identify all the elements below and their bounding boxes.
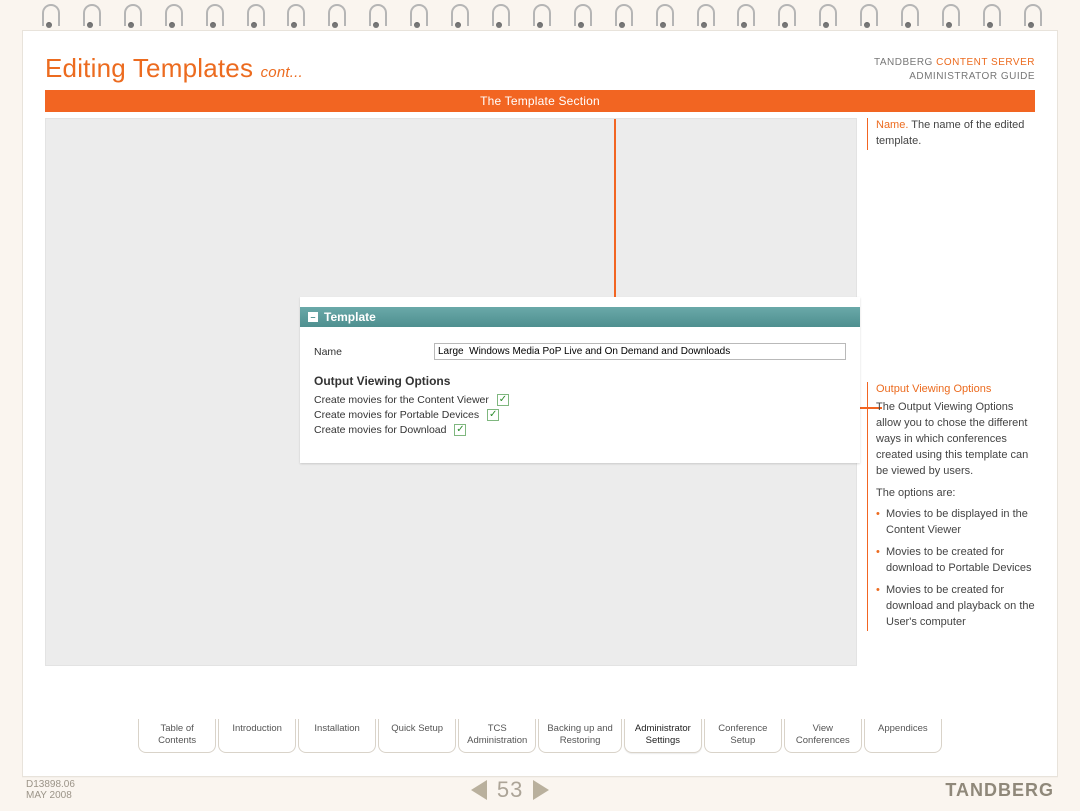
illustration-canvas: – Template Name Output Viewing Options C… bbox=[45, 118, 857, 666]
annotation-name-head: Name. bbox=[876, 119, 908, 131]
doc-brand-b: CONTENT SERVER bbox=[936, 57, 1035, 68]
name-label: Name bbox=[314, 346, 434, 358]
page-number: 53 bbox=[497, 777, 523, 803]
collapse-icon: – bbox=[308, 312, 318, 322]
annotation-ovo-item: Movies to be displayed in the Content Vi… bbox=[876, 507, 1035, 539]
next-page-button[interactable] bbox=[533, 780, 549, 800]
tab-appendices[interactable]: Appendices bbox=[864, 719, 942, 753]
screenshot-subheading: Output Viewing Options bbox=[314, 374, 846, 388]
chapter-tabs: Table ofContents Introduction Installati… bbox=[22, 719, 1058, 753]
page-title-main: Editing Templates bbox=[45, 53, 253, 83]
document-identifier: TANDBERG CONTENT SERVER ADMINISTRATOR GU… bbox=[874, 56, 1035, 84]
template-name-input[interactable] bbox=[434, 343, 846, 360]
tab-quick-setup[interactable]: Quick Setup bbox=[378, 719, 456, 753]
pager: 53 bbox=[471, 777, 549, 803]
annotation-name: Name. The name of the edited template. bbox=[867, 118, 1035, 150]
prev-page-button[interactable] bbox=[471, 780, 487, 800]
tab-conference-setup[interactable]: ConferenceSetup bbox=[704, 719, 782, 753]
page-sheet: Editing Templates cont... TANDBERG CONTE… bbox=[22, 30, 1058, 777]
callout-line-name bbox=[614, 119, 616, 315]
page-title-suffix: cont... bbox=[261, 64, 303, 81]
check-label: Create movies for Download bbox=[314, 424, 446, 436]
page-footer: D13898.06 MAY 2008 53 TANDBERG bbox=[26, 777, 1054, 803]
doc-date: MAY 2008 bbox=[26, 790, 75, 801]
annotation-ovo-item: Movies to be created for download and pl… bbox=[876, 583, 1035, 631]
brand-logo: TANDBERG bbox=[945, 780, 1054, 801]
check-label: Create movies for the Content Viewer bbox=[314, 394, 489, 406]
page-title: Editing Templates cont... bbox=[45, 53, 303, 84]
checkbox-content-viewer[interactable] bbox=[497, 394, 509, 406]
checkbox-portable-devices[interactable] bbox=[487, 409, 499, 421]
annotation-ovo-body: The Output Viewing Options allow you to … bbox=[876, 400, 1035, 480]
check-row-download: Create movies for Download bbox=[314, 424, 846, 436]
annotation-sidebar: Name. The name of the edited template. O… bbox=[867, 118, 1035, 666]
tab-toc[interactable]: Table ofContents bbox=[138, 719, 216, 753]
doc-brand-a: TANDBERG bbox=[874, 57, 933, 68]
checkbox-download[interactable] bbox=[454, 424, 466, 436]
tab-view-conferences[interactable]: ViewConferences bbox=[784, 719, 862, 753]
tab-backup-restore[interactable]: Backing up andRestoring bbox=[538, 719, 622, 753]
annotation-ovo: Output Viewing Options The Output Viewin… bbox=[867, 382, 1035, 631]
annotation-ovo-head: Output Viewing Options bbox=[876, 382, 1035, 398]
tab-introduction[interactable]: Introduction bbox=[218, 719, 296, 753]
template-screenshot: – Template Name Output Viewing Options C… bbox=[300, 297, 860, 463]
tab-admin-settings[interactable]: AdministratorSettings bbox=[624, 719, 702, 753]
doc-subtitle: ADMINISTRATOR GUIDE bbox=[909, 71, 1035, 82]
tab-installation[interactable]: Installation bbox=[298, 719, 376, 753]
annotation-ovo-intro: The options are: bbox=[876, 486, 1035, 502]
check-row-portable: Create movies for Portable Devices bbox=[314, 409, 846, 421]
doc-meta: D13898.06 MAY 2008 bbox=[26, 779, 75, 801]
screenshot-panel-title: Template bbox=[324, 310, 376, 324]
annotation-ovo-item: Movies to be created for download to Por… bbox=[876, 545, 1035, 577]
check-row-content-viewer: Create movies for the Content Viewer bbox=[314, 394, 846, 406]
tab-tcs-admin[interactable]: TCSAdministration bbox=[458, 719, 536, 753]
check-label: Create movies for Portable Devices bbox=[314, 409, 479, 421]
doc-code: D13898.06 bbox=[26, 779, 75, 790]
section-bar: The Template Section bbox=[45, 90, 1035, 112]
screenshot-panel-header: – Template bbox=[300, 307, 860, 327]
